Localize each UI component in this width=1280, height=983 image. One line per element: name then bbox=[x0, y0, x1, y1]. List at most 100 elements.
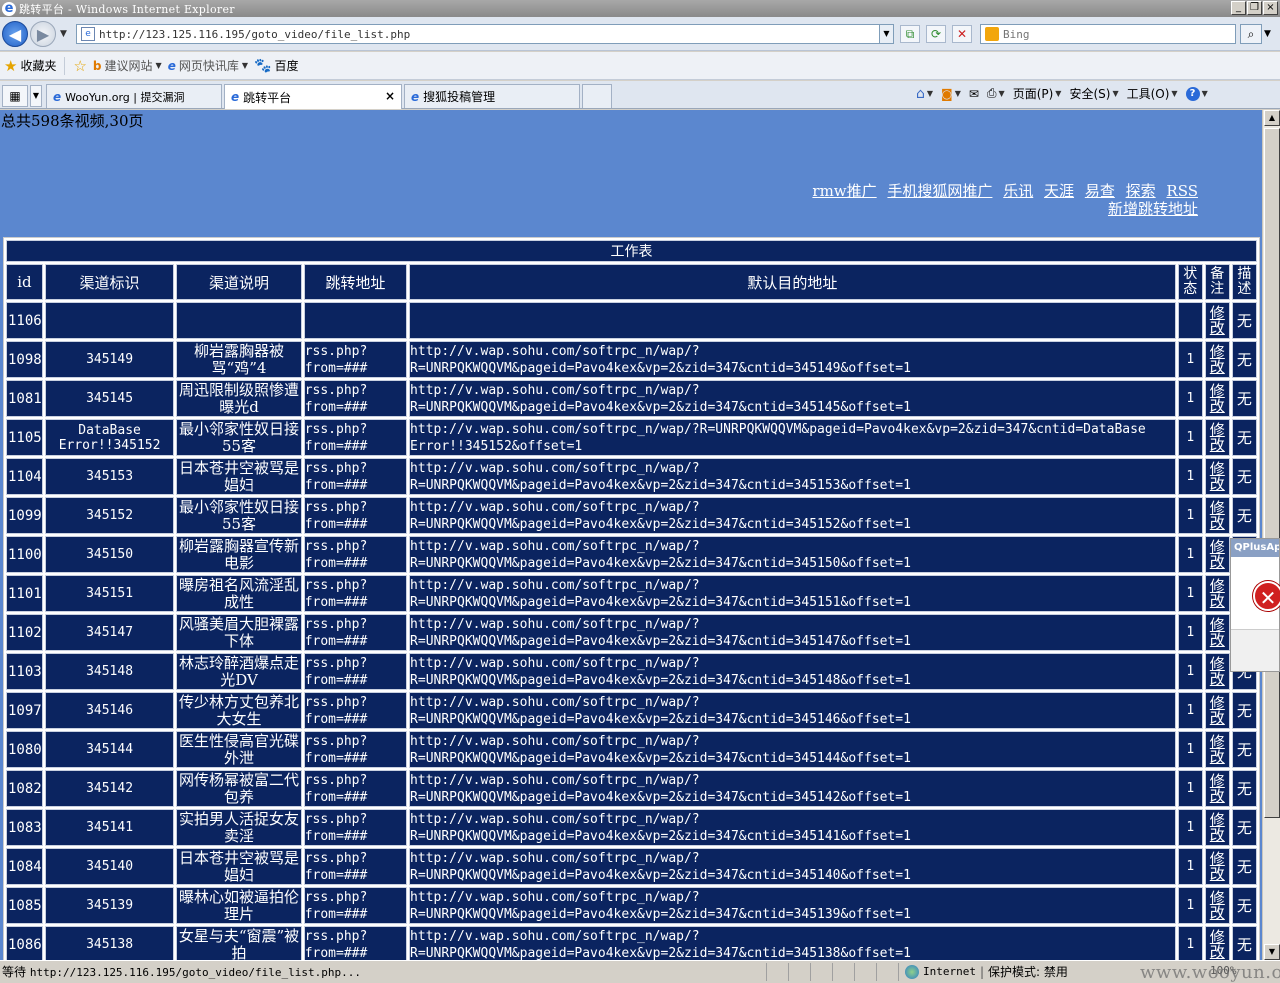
qplus-footer bbox=[1231, 629, 1279, 671]
add-favorite-button[interactable]: ☆ bbox=[73, 57, 86, 75]
edit-link[interactable]: 修改 bbox=[1210, 421, 1225, 454]
address-bar[interactable]: e http://123.125.116.195/goto_video/file… bbox=[76, 24, 894, 44]
search-input[interactable] bbox=[1003, 27, 1223, 41]
cell-id: 1103 bbox=[6, 653, 43, 690]
cell-redirect: rss.php?from=### bbox=[303, 536, 408, 573]
nav-link-rss[interactable]: RSS bbox=[1166, 182, 1198, 200]
edit-link[interactable]: 修改 bbox=[1210, 889, 1225, 922]
feeds-button[interactable]: ◙ ▼ bbox=[941, 87, 961, 101]
add-redirect-link[interactable]: 新增跳转地址 bbox=[1108, 200, 1198, 218]
stop-icon[interactable]: ✕ bbox=[952, 25, 972, 43]
cell-channel-id: 345139 bbox=[44, 887, 175, 924]
tools-menu[interactable]: 工具(O) ▼ bbox=[1127, 85, 1178, 102]
help-button[interactable]: ? ▼ bbox=[1185, 86, 1208, 101]
cell-state: 1 bbox=[1177, 380, 1203, 417]
compatibility-view-icon[interactable]: ⧉ bbox=[900, 25, 920, 43]
nav-link-rmw[interactable]: rmw推广 bbox=[812, 182, 876, 200]
page-menu[interactable]: 页面(P) ▼ bbox=[1013, 85, 1062, 102]
tab-list-dropdown-icon[interactable]: ▼ bbox=[30, 85, 42, 107]
refresh-icon[interactable]: ⟳ bbox=[926, 25, 946, 43]
protected-mode-label: 保护模式: 禁用 bbox=[988, 965, 1068, 979]
cell-description: 无 bbox=[1231, 926, 1257, 960]
table-row: 1097 345146 传少林方丈包养北大女生 rss.php?from=### htt… bbox=[6, 692, 1257, 729]
cell-state: 1 bbox=[1177, 536, 1203, 573]
tab-sohu-submission[interactable]: e 搜狐投稿管理 bbox=[404, 84, 580, 108]
restore-button[interactable]: ❐ bbox=[1247, 1, 1262, 15]
edit-link[interactable]: 修改 bbox=[1210, 460, 1225, 493]
baidu-paw-icon: 🐾 bbox=[254, 57, 272, 74]
close-tab-icon[interactable]: × bbox=[385, 89, 395, 103]
address-url[interactable]: http://123.125.116.195/goto_video/file_l… bbox=[99, 28, 410, 41]
vertical-scrollbar[interactable]: ▲ ▼ bbox=[1262, 110, 1280, 960]
address-dropdown-icon[interactable]: ▼ bbox=[879, 25, 893, 43]
nav-link-tianya[interactable]: 天涯 bbox=[1044, 182, 1074, 200]
quick-tabs-icon[interactable]: ▦ bbox=[2, 85, 28, 107]
cell-redirect: rss.php?from=### bbox=[303, 809, 408, 846]
edit-link[interactable]: 修改 bbox=[1210, 616, 1225, 649]
cell-remark: 修改 bbox=[1204, 341, 1230, 378]
edit-link[interactable]: 修改 bbox=[1210, 577, 1225, 610]
suggested-sites-link[interactable]: b 建议网站 ▼ bbox=[93, 57, 162, 74]
tab-label: 搜狐投稿管理 bbox=[423, 90, 496, 104]
edit-link[interactable]: 修改 bbox=[1210, 928, 1225, 961]
forward-button[interactable]: ▶ bbox=[30, 21, 56, 47]
cell-default-url: http://v.wap.sohu.com/softrpc_n/wap/?R=U… bbox=[409, 926, 1176, 960]
edit-link[interactable]: 修改 bbox=[1210, 382, 1225, 415]
favorites-bar: ★ 收藏夹 ☆ b 建议网站 ▼ e 网页快讯库 ▼ 🐾 百度 bbox=[0, 52, 1280, 80]
nav-link-lexun[interactable]: 乐讯 bbox=[1003, 182, 1033, 200]
edit-link[interactable]: 修改 bbox=[1210, 499, 1225, 532]
edit-link[interactable]: 修改 bbox=[1210, 811, 1225, 844]
edit-link[interactable]: 修改 bbox=[1210, 538, 1225, 571]
nav-link-sohu-mobile[interactable]: 手机搜狐网推广 bbox=[887, 182, 992, 200]
cell-channel-id: 345149 bbox=[44, 341, 175, 378]
table-row: 1080 345144 医生性侵高官光碟外泄 rss.php?from=### http… bbox=[6, 731, 1257, 768]
minimize-button[interactable]: _ bbox=[1231, 1, 1246, 15]
cell-redirect: rss.php?from=### bbox=[303, 770, 408, 807]
suggested-sites-icon: b bbox=[92, 58, 102, 73]
cell-state: 1 bbox=[1177, 497, 1203, 534]
edit-link[interactable]: 修改 bbox=[1210, 694, 1225, 727]
search-box[interactable] bbox=[980, 24, 1236, 44]
cell-redirect: rss.php?from=### bbox=[303, 848, 408, 885]
new-tab-button[interactable] bbox=[582, 84, 612, 108]
column-header-state: 状态 bbox=[1177, 264, 1203, 300]
print-button[interactable]: ⎙ ▼ bbox=[987, 86, 1005, 101]
error-close-icon[interactable]: ✕ bbox=[1253, 581, 1280, 611]
nav-link-yicha[interactable]: 易查 bbox=[1085, 182, 1115, 200]
edit-link[interactable]: 修改 bbox=[1210, 733, 1225, 766]
column-header-default-url: 默认目的地址 bbox=[409, 264, 1176, 300]
cell-redirect: rss.php?from=### bbox=[303, 419, 408, 456]
scroll-up-icon[interactable]: ▲ bbox=[1264, 110, 1280, 126]
recent-pages-dropdown-icon[interactable]: ▼ bbox=[60, 29, 67, 39]
scroll-down-icon[interactable]: ▼ bbox=[1264, 944, 1280, 960]
cell-id: 1097 bbox=[6, 692, 43, 729]
cell-default-url: http://v.wap.sohu.com/softrpc_n/wap/?R=U… bbox=[409, 341, 1176, 378]
tab-redirect-platform[interactable]: e 跳转平台 × bbox=[224, 84, 402, 109]
cell-remark: 修改 bbox=[1204, 887, 1230, 924]
cell-channel-id: 345144 bbox=[44, 731, 175, 768]
security-zone[interactable]: Internet | 保护模式: 禁用 bbox=[898, 962, 1068, 981]
cell-id: 1100 bbox=[6, 536, 43, 573]
baidu-link[interactable]: 🐾 百度 bbox=[254, 57, 298, 74]
edit-link[interactable]: 修改 bbox=[1210, 304, 1225, 337]
edit-link[interactable]: 修改 bbox=[1210, 772, 1225, 805]
web-slice-gallery-link[interactable]: e 网页快讯库 ▼ bbox=[168, 57, 248, 74]
page-menu-label: 页面(P) bbox=[1012, 87, 1054, 101]
back-button[interactable]: ◀ bbox=[2, 21, 28, 47]
edit-link[interactable]: 修改 bbox=[1210, 655, 1225, 688]
search-icon[interactable]: ⌕ bbox=[1240, 24, 1262, 44]
close-window-button[interactable]: × bbox=[1263, 1, 1278, 15]
tab-wooyun[interactable]: e WooYun.org | 提交漏洞 bbox=[46, 84, 222, 108]
safety-menu[interactable]: 安全(S) ▼ bbox=[1069, 85, 1118, 102]
home-button[interactable]: ⌂ ▼ bbox=[916, 86, 933, 102]
edit-link[interactable]: 修改 bbox=[1210, 850, 1225, 883]
scrollbar-thumb[interactable] bbox=[1264, 128, 1280, 818]
edit-link[interactable]: 修改 bbox=[1210, 343, 1225, 376]
read-mail-button[interactable]: ✉ bbox=[969, 87, 979, 101]
total-count-text: 总共598条视频,30页 bbox=[1, 112, 144, 130]
favorites-button[interactable]: ★ 收藏夹 bbox=[4, 57, 56, 75]
search-options-dropdown-icon[interactable]: ▼ bbox=[1264, 29, 1271, 39]
cell-default-url: http://v.wap.sohu.com/softrpc_n/wap/?R=U… bbox=[409, 536, 1176, 573]
cell-redirect: rss.php?from=### bbox=[303, 458, 408, 495]
nav-link-tansuo[interactable]: 探索 bbox=[1126, 182, 1156, 200]
